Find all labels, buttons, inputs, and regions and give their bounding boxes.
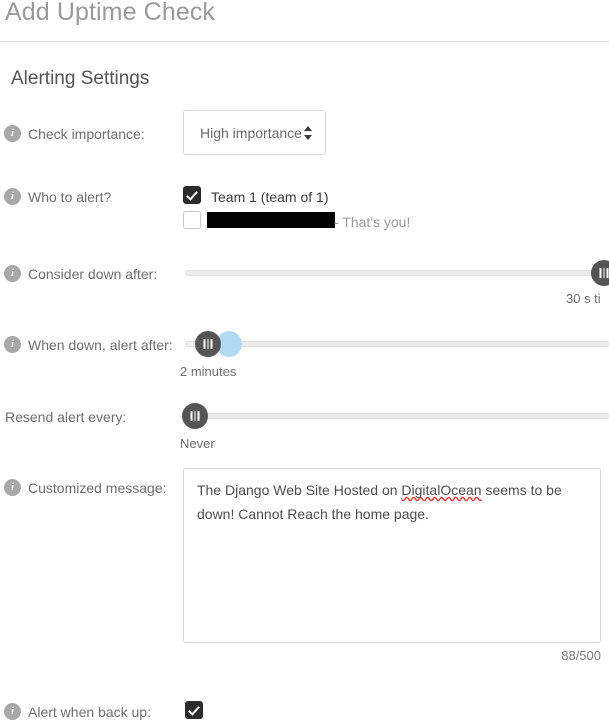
row-consider-down-after: i Consider down after: 30 s ti xyxy=(0,260,609,320)
slider-track-consider-down-after[interactable] xyxy=(185,270,609,276)
label-when-down-alert-after: When down, alert after: xyxy=(28,337,173,353)
grip-icon xyxy=(599,268,609,278)
character-counter: 88/500 xyxy=(561,648,601,663)
info-icon[interactable]: i xyxy=(4,265,21,282)
info-icon[interactable]: i xyxy=(4,479,21,496)
select-check-importance-value: High importance xyxy=(200,124,302,141)
checkbox-team-1-label: Team 1 (team of 1) xyxy=(211,189,329,205)
info-icon[interactable]: i xyxy=(4,703,21,720)
info-icon[interactable]: i xyxy=(4,125,21,142)
row-when-down-alert-after: i When down, alert after: 2 minutes xyxy=(0,331,609,391)
label-consider-down-after: Consider down after: xyxy=(28,266,158,282)
label-customized-message: Customized message: xyxy=(28,480,167,496)
row-resend-alert-every: Resend alert every: Never xyxy=(0,403,609,463)
row-check-importance: i Check importance: High importance xyxy=(0,110,609,168)
slider-handle-when-down-alert-after[interactable] xyxy=(195,331,221,357)
label-check-importance: Check importance: xyxy=(28,126,145,142)
grip-icon xyxy=(190,411,200,421)
slider-track-when-down-alert-after[interactable] xyxy=(185,341,609,347)
row-customized-message: i Customized message: The Django Web Sit… xyxy=(0,468,609,663)
label-alert-when-back-up: Alert when back up: xyxy=(28,704,151,720)
slider-value-when-down-alert-after: 2 minutes xyxy=(180,364,237,379)
page-title: Add Uptime Check xyxy=(5,0,216,26)
info-icon[interactable]: i xyxy=(4,188,21,205)
slider-value-consider-down-after: 30 s ti xyxy=(566,291,601,306)
checkbox-self[interactable] xyxy=(183,211,201,229)
textarea-customized-message[interactable]: The Django Web Site Hosted on DigitalOce… xyxy=(183,468,601,643)
row-alert-when-back-up: i Alert when back up: xyxy=(0,701,609,722)
slider-value-resend-alert-every: Never xyxy=(180,436,215,451)
thats-you-label: - That's you! xyxy=(334,214,411,230)
select-check-importance[interactable]: High importance xyxy=(183,110,326,155)
slider-handle-consider-down-after[interactable] xyxy=(591,260,609,286)
checkbox-team-1[interactable] xyxy=(183,186,201,204)
redacted-email xyxy=(207,212,335,228)
chevron-updown-icon xyxy=(304,125,313,141)
textarea-customized-message-value: The Django Web Site Hosted on DigitalOce… xyxy=(197,478,586,526)
checkbox-alert-when-back-up[interactable] xyxy=(185,701,203,719)
info-icon[interactable]: i xyxy=(4,336,21,353)
slider-handle-resend-alert-every[interactable] xyxy=(182,403,208,429)
message-misspelled-word: DigitalOcean xyxy=(401,482,482,498)
row-who-to-alert: i Who to alert? Team 1 (team of 1) - Tha… xyxy=(0,186,609,238)
section-title-alerting-settings: Alerting Settings xyxy=(11,68,150,89)
label-resend-alert-every: Resend alert every: xyxy=(5,409,127,425)
header-divider xyxy=(0,41,609,42)
grip-icon xyxy=(203,339,213,349)
label-who-to-alert: Who to alert? xyxy=(28,189,112,205)
message-text-before: The Django Web Site Hosted on xyxy=(197,482,402,498)
slider-track-resend-alert-every[interactable] xyxy=(185,413,609,419)
